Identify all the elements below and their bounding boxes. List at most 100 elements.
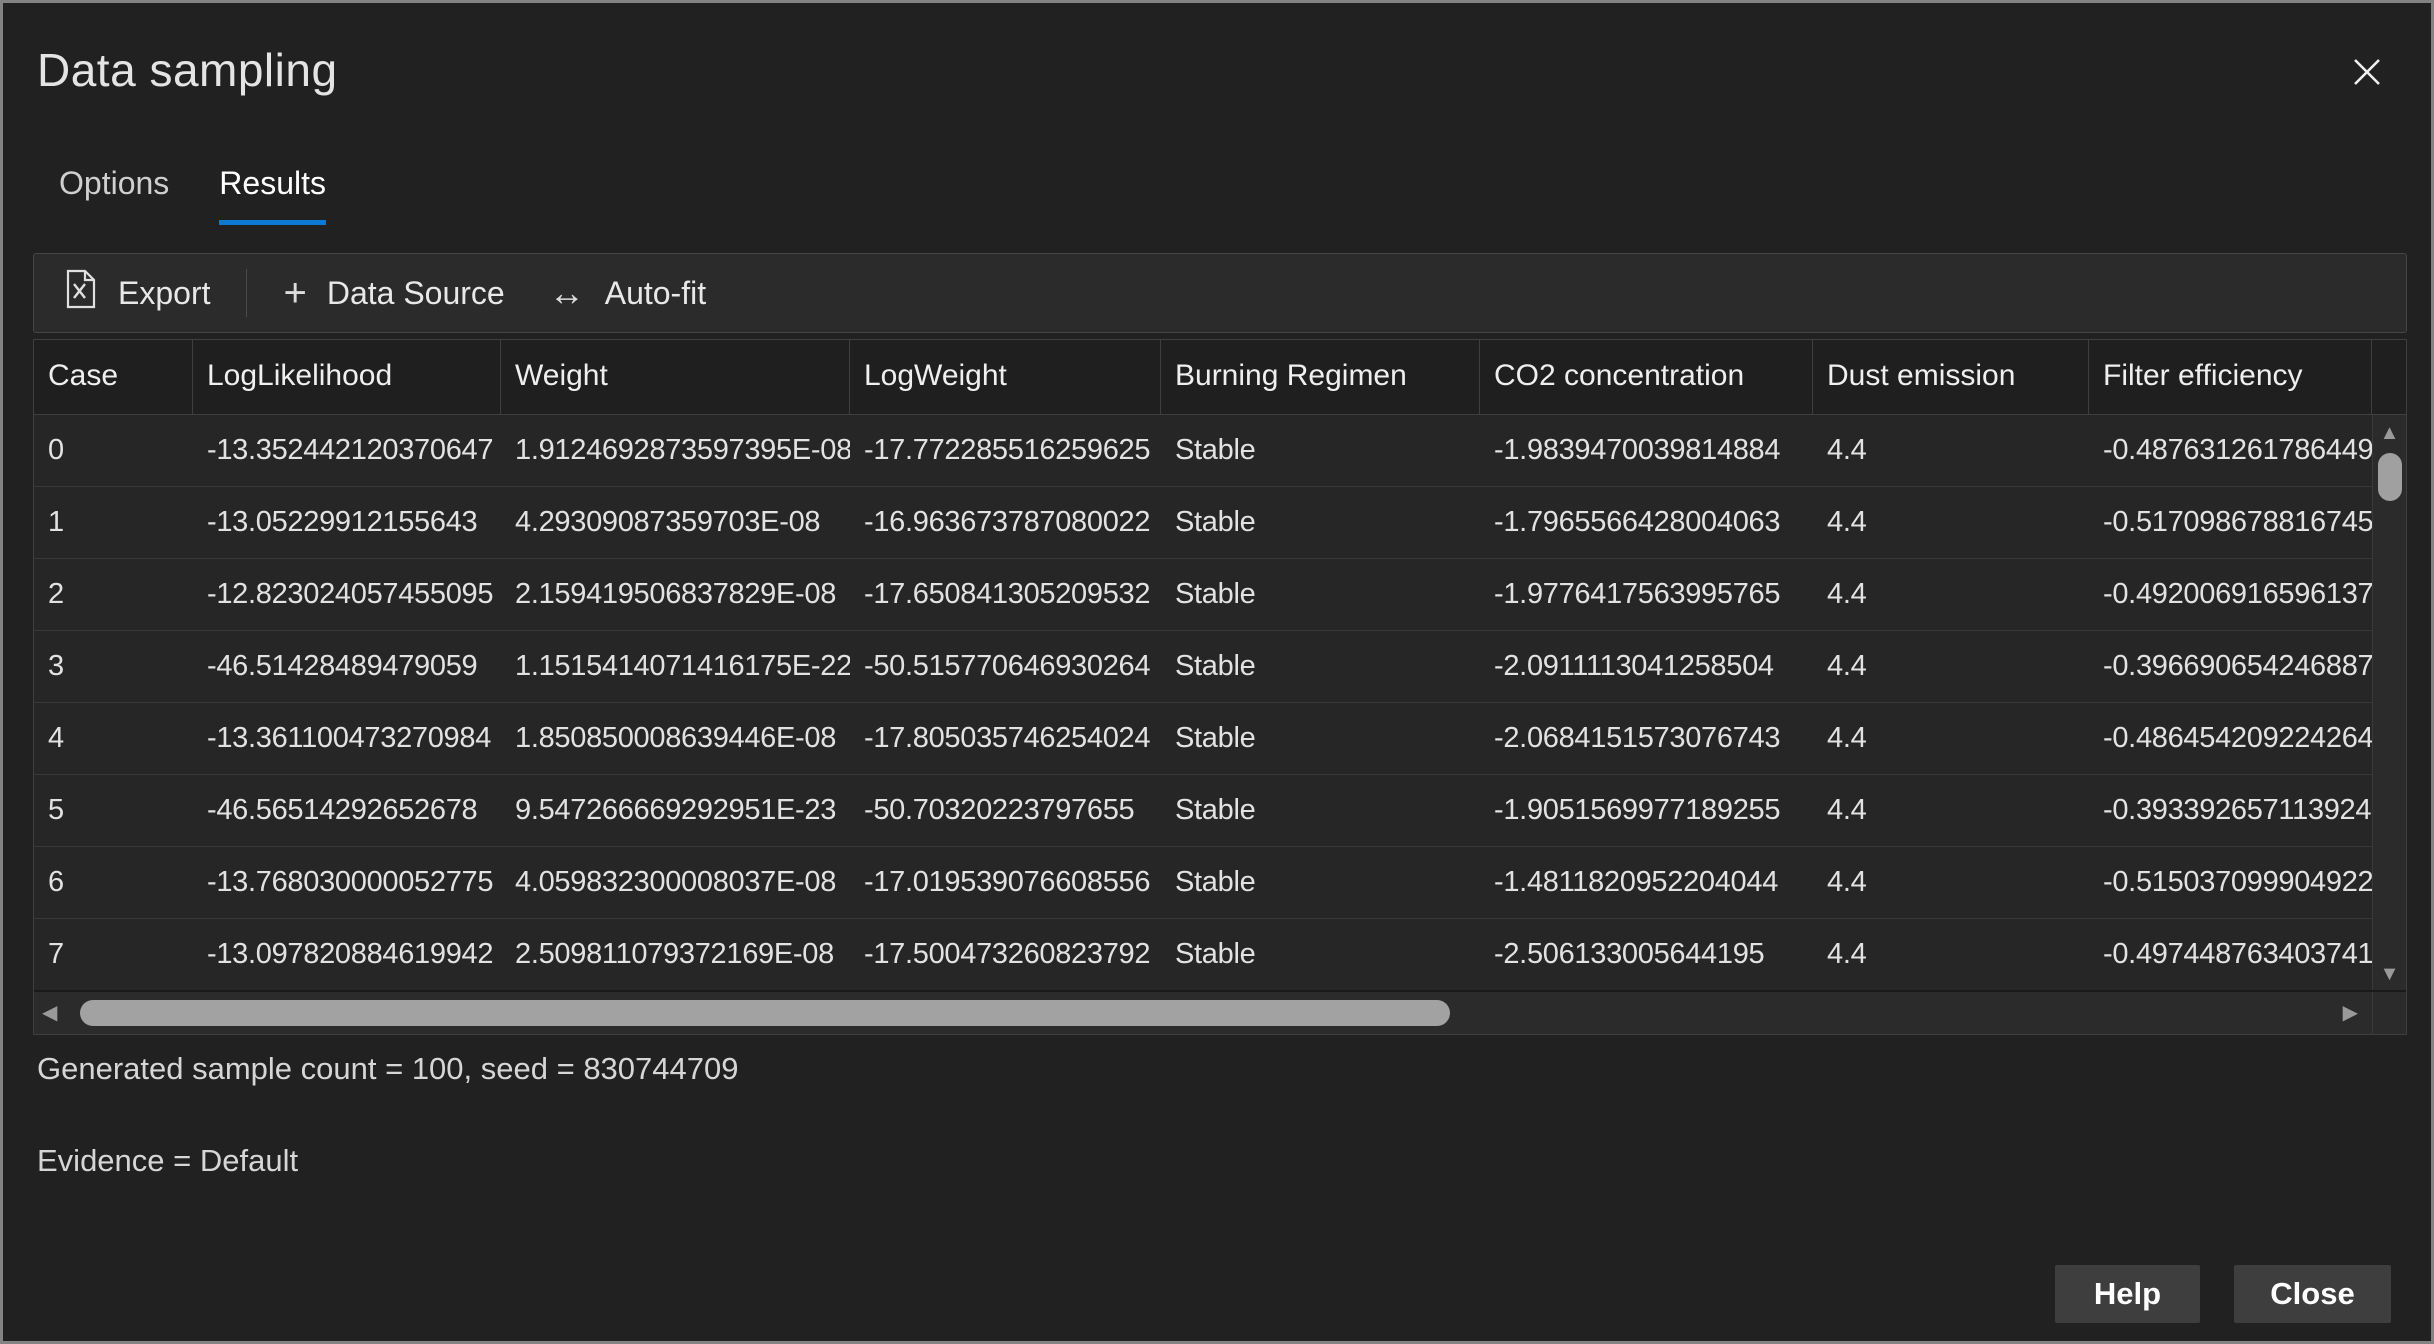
table-cell: 1.1515414071416175E-22	[501, 631, 850, 702]
table-cell: 2.509811079372169E-08	[501, 919, 850, 990]
close-icon	[2348, 53, 2386, 94]
column-header: CO2 concentration	[1480, 340, 1813, 414]
table-cell: -50.515770646930264	[850, 631, 1161, 702]
table-cell: 4.4	[1813, 559, 2089, 630]
export-label: Export	[118, 275, 210, 312]
table-cell: -1.4811820952204044	[1480, 847, 1813, 918]
tab-options[interactable]: Options	[59, 165, 169, 225]
column-header: Filter efficiency	[2089, 340, 2372, 414]
table-cell: Stable	[1161, 703, 1480, 774]
table-cell: -13.768030000052775	[193, 847, 501, 918]
table-cell: 6	[34, 847, 193, 918]
table-header-row: CaseLogLikelihoodWeightLogWeightBurning …	[34, 340, 2406, 414]
table-cell: Stable	[1161, 487, 1480, 558]
table-cell: -0.3933926571139240	[2089, 775, 2372, 846]
table-cell: 7	[34, 919, 193, 990]
header-scrollbar-spacer	[2372, 340, 2406, 414]
dialog-close-button[interactable]	[2343, 49, 2391, 97]
table-cell: -0.4974487634037415	[2089, 919, 2372, 990]
autofit-button[interactable]: ↔ Auto-fit	[549, 275, 706, 312]
table-cell: -17.650841305209532	[850, 559, 1161, 630]
table-cell: 4.29309087359703E-08	[501, 487, 850, 558]
table-cell: -17.500473260823792	[850, 919, 1161, 990]
horizontal-scrollbar[interactable]: ◀ ▶	[34, 990, 2406, 1034]
table-cell: -2.0684151573076743	[1480, 703, 1813, 774]
table-cell: Stable	[1161, 559, 1480, 630]
scroll-down-icon[interactable]: ▼	[2380, 964, 2400, 984]
scroll-left-icon[interactable]: ◀	[42, 1003, 57, 1023]
column-header: LogWeight	[850, 340, 1161, 414]
table-cell: Stable	[1161, 847, 1480, 918]
table-cell: 0	[34, 415, 193, 486]
autofit-arrows-icon: ↔	[549, 275, 585, 311]
table-cell: -0.5170986788167458	[2089, 487, 2372, 558]
dialog-title: Data sampling	[37, 43, 338, 97]
scroll-right-icon[interactable]: ▶	[2343, 1003, 2358, 1023]
data-source-label: Data Source	[327, 275, 505, 312]
table-cell: 4.4	[1813, 847, 2089, 918]
table-cell: -0.3966906542468875	[2089, 631, 2372, 702]
data-source-button[interactable]: + Data Source	[283, 273, 504, 313]
table-row[interactable]: 4-13.3611004732709841.850850008639446E-0…	[34, 703, 2372, 775]
table-cell: -1.9776417563995765	[1480, 559, 1813, 630]
table-cell: -13.361100473270984	[193, 703, 501, 774]
table-cell: Stable	[1161, 415, 1480, 486]
table-cell: -13.352442120370647	[193, 415, 501, 486]
plus-icon: +	[283, 273, 306, 313]
scrollbar-corner	[2372, 992, 2406, 1034]
tab-results[interactable]: Results	[219, 165, 326, 225]
table-cell: 4.059832300008037E-08	[501, 847, 850, 918]
close-button[interactable]: Close	[2234, 1265, 2391, 1323]
table-row[interactable]: 3-46.514284894790591.1515414071416175E-2…	[34, 631, 2372, 703]
results-table: CaseLogLikelihoodWeightLogWeightBurning …	[33, 339, 2407, 1035]
table-cell: Stable	[1161, 775, 1480, 846]
table-cell: -13.05229912155643	[193, 487, 501, 558]
table-cell: -1.7965566428004063	[1480, 487, 1813, 558]
table-body: 0-13.3524421203706471.9124692873597395E-…	[34, 414, 2406, 990]
sample-summary-text: Generated sample count = 100, seed = 830…	[37, 1051, 738, 1087]
table-row[interactable]: 1-13.052299121556434.29309087359703E-08-…	[34, 487, 2372, 559]
table-cell: -12.823024057455095	[193, 559, 501, 630]
table-cell: Stable	[1161, 631, 1480, 702]
table-row[interactable]: 5-46.565142926526789.547266669292951E-23…	[34, 775, 2372, 847]
table-row[interactable]: 2-12.8230240574550952.159419506837829E-0…	[34, 559, 2372, 631]
table-cell: -2.506133005644195	[1480, 919, 1813, 990]
table-cell: -17.805035746254024	[850, 703, 1161, 774]
export-button[interactable]: Export	[64, 268, 210, 318]
table-cell: 1	[34, 487, 193, 558]
table-cell: -16.963673787080022	[850, 487, 1161, 558]
autofit-label: Auto-fit	[605, 275, 706, 312]
table-cell: 9.547266669292951E-23	[501, 775, 850, 846]
table-row[interactable]: 6-13.7680300000527754.059832300008037E-0…	[34, 847, 2372, 919]
table-cell: -13.097820884619942	[193, 919, 501, 990]
table-cell: 4.4	[1813, 919, 2089, 990]
table-cell: -46.51428489479059	[193, 631, 501, 702]
table-rows: 0-13.3524421203706471.9124692873597395E-…	[34, 415, 2372, 991]
help-button[interactable]: Help	[2055, 1265, 2200, 1323]
table-cell: -17.019539076608556	[850, 847, 1161, 918]
table-cell: Stable	[1161, 919, 1480, 990]
table-cell: 4.4	[1813, 487, 2089, 558]
table-cell: -2.0911113041258504	[1480, 631, 1813, 702]
table-cell: -0.5150370999049227	[2089, 847, 2372, 918]
horizontal-scrollbar-thumb[interactable]	[80, 1000, 1450, 1026]
table-cell: -0.4876312617864498	[2089, 415, 2372, 486]
tab-bar: Options Results	[59, 165, 326, 225]
vertical-scrollbar-thumb[interactable]	[2378, 453, 2402, 501]
results-toolbar: Export + Data Source ↔ Auto-fit	[33, 253, 2407, 333]
scroll-up-icon[interactable]: ▲	[2380, 423, 2400, 443]
column-header: LogLikelihood	[193, 340, 501, 414]
vertical-scrollbar[interactable]: ▲ ▼	[2372, 415, 2406, 990]
table-row[interactable]: 0-13.3524421203706471.9124692873597395E-…	[34, 415, 2372, 487]
table-cell: 4.4	[1813, 631, 2089, 702]
table-cell: 2	[34, 559, 193, 630]
table-cell: 1.9124692873597395E-08	[501, 415, 850, 486]
table-cell: 3	[34, 631, 193, 702]
table-row[interactable]: 7-13.0978208846199422.509811079372169E-0…	[34, 919, 2372, 991]
table-cell: 4.4	[1813, 415, 2089, 486]
table-cell: -1.9051569977189255	[1480, 775, 1813, 846]
table-cell: 5	[34, 775, 193, 846]
table-cell: -46.56514292652678	[193, 775, 501, 846]
column-header: Weight	[501, 340, 850, 414]
table-cell: -1.9839470039814884	[1480, 415, 1813, 486]
